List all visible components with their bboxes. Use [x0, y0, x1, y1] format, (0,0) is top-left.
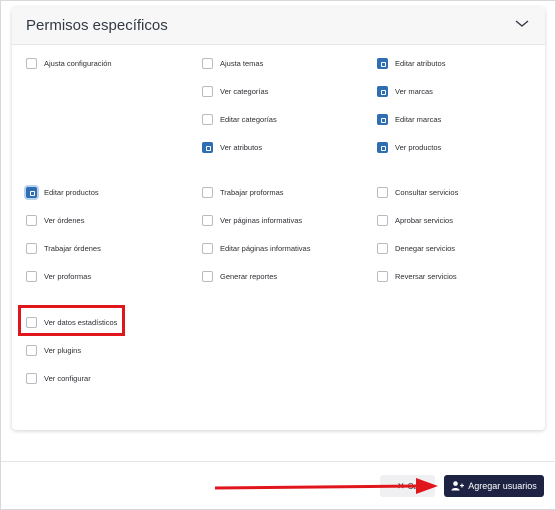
permission-label: Ver plugins: [44, 346, 82, 355]
permission-checkbox[interactable]: [26, 215, 37, 226]
permission-item[interactable]: Editar productos: [26, 187, 99, 198]
permission-label: Trabajar órdenes: [44, 244, 101, 253]
add-users-button[interactable]: Agregar usuarios: [444, 475, 544, 497]
permission-label: Ver proformas: [44, 272, 92, 281]
permission-item[interactable]: Editar marcas: [377, 114, 441, 125]
permission-label: Ver marcas: [395, 87, 433, 96]
footer-divider: [1, 461, 556, 462]
permission-checkbox[interactable]: [377, 142, 388, 153]
permission-item[interactable]: Trabajar proformas: [202, 187, 284, 198]
permission-item[interactable]: Ver categorías: [202, 86, 268, 97]
permission-item[interactable]: Editar atributos: [377, 58, 445, 69]
panel-title: Permisos específicos: [26, 17, 168, 34]
permission-item[interactable]: Ver plugins: [26, 345, 81, 356]
permission-item[interactable]: Trabajar órdenes: [26, 243, 101, 254]
permission-item[interactable]: Ver órdenes: [26, 215, 84, 226]
add-users-button-label: Agregar usuarios: [468, 481, 537, 491]
permission-label: Ver productos: [395, 143, 442, 152]
permission-label: Editar productos: [44, 188, 99, 197]
permission-label: Ver atributos: [220, 143, 263, 152]
permission-item[interactable]: Consultar servicios: [377, 187, 458, 198]
annotation-arrow: [214, 478, 438, 494]
permissions-card-header[interactable]: Permisos específicos: [12, 7, 545, 45]
permission-item[interactable]: Reversar servicios: [377, 271, 457, 282]
permission-item[interactable]: Ver marcas: [377, 86, 433, 97]
modal-dialog: Permisos específicos Ajusta configuració…: [0, 0, 556, 510]
permission-item[interactable]: Ver proformas: [26, 271, 91, 282]
permission-item[interactable]: Generar reportes: [202, 271, 277, 282]
permission-label: Ajusta configuración: [44, 59, 112, 68]
permission-checkbox[interactable]: [377, 58, 388, 69]
permission-label: Editar categorías: [220, 115, 277, 124]
permission-label: Consultar servicios: [395, 188, 459, 197]
permission-checkbox[interactable]: [26, 373, 37, 384]
permission-item[interactable]: Denegar servicios: [377, 243, 455, 254]
permission-label: Ver categorías: [220, 87, 269, 96]
permission-checkbox[interactable]: [26, 271, 37, 282]
permission-label: Editar páginas informativas: [220, 244, 311, 253]
permission-checkbox[interactable]: [377, 187, 388, 198]
permission-item[interactable]: Aprobar servicios: [377, 215, 453, 226]
permission-item[interactable]: Ver páginas informativas: [202, 215, 302, 226]
permission-item[interactable]: Editar páginas informativas: [202, 243, 310, 254]
permission-checkbox[interactable]: [202, 215, 213, 226]
permission-checkbox[interactable]: [377, 86, 388, 97]
permission-checkbox[interactable]: [26, 243, 37, 254]
user-plus-icon: [451, 481, 465, 491]
chevron-down-icon[interactable]: [515, 19, 529, 29]
permission-checkbox[interactable]: [377, 215, 388, 226]
permission-label: Ver páginas informativas: [220, 216, 303, 225]
permission-checkbox[interactable]: [26, 58, 37, 69]
permission-label: Ajusta temas: [220, 59, 264, 68]
permission-checkbox[interactable]: [26, 187, 37, 198]
permission-item[interactable]: Ajusta temas: [202, 58, 263, 69]
permission-label: Reversar servicios: [395, 272, 457, 281]
permission-checkbox[interactable]: [202, 271, 213, 282]
permission-label: Editar atributos: [395, 59, 446, 68]
annotation-highlight-box: [18, 305, 125, 336]
permission-checkbox[interactable]: [26, 345, 37, 356]
permission-checkbox[interactable]: [377, 114, 388, 125]
permission-label: Denegar servicios: [395, 244, 456, 253]
permission-label: Ver órdenes: [44, 216, 85, 225]
permission-item[interactable]: Ver atributos: [202, 142, 262, 153]
permission-checkbox[interactable]: [202, 86, 213, 97]
permission-label: Editar marcas: [395, 115, 442, 124]
permission-label: Generar reportes: [220, 272, 278, 281]
permission-checkbox[interactable]: [202, 58, 213, 69]
permission-label: Aprobar servicios: [395, 216, 453, 225]
permission-checkbox[interactable]: [377, 271, 388, 282]
permission-item[interactable]: Ver configurar: [26, 373, 91, 384]
permission-checkbox[interactable]: [202, 187, 213, 198]
permission-label: Ver configurar: [44, 374, 91, 383]
permission-checkbox[interactable]: [202, 114, 213, 125]
permission-item[interactable]: Ver productos: [377, 142, 441, 153]
permission-checkbox[interactable]: [377, 243, 388, 254]
permission-item[interactable]: Editar categorías: [202, 114, 277, 125]
permission-label: Trabajar proformas: [220, 188, 284, 197]
permission-checkbox[interactable]: [202, 243, 213, 254]
permission-checkbox[interactable]: [202, 142, 213, 153]
permission-item[interactable]: Ajusta configuración: [26, 58, 112, 69]
